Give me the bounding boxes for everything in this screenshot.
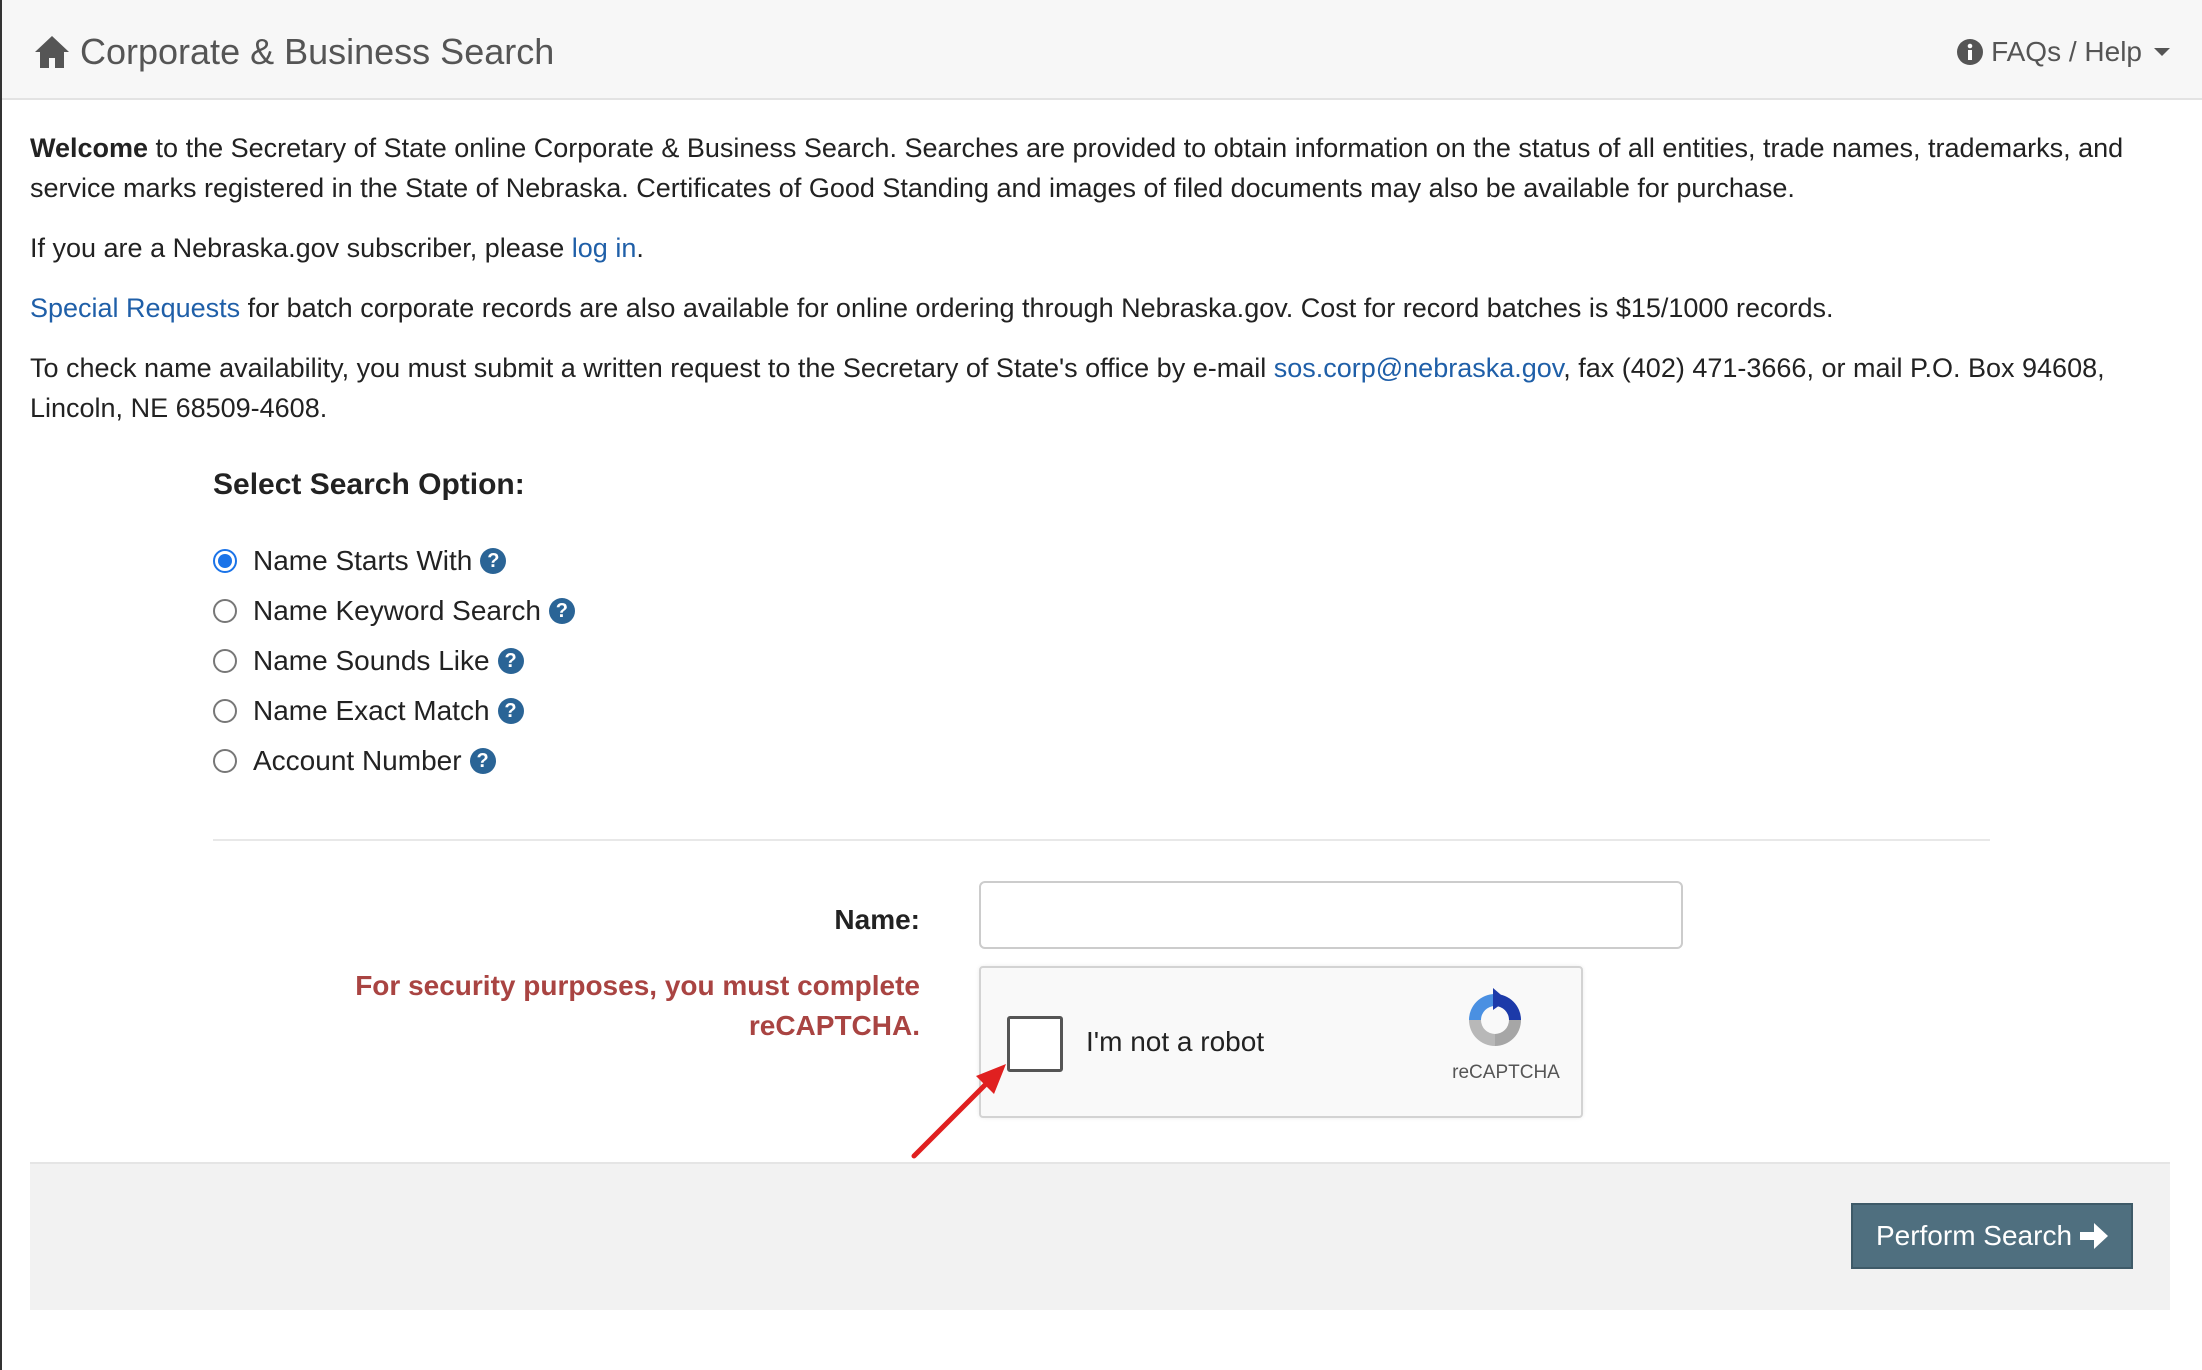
login-paragraph: If you are a Nebraska.gov subscriber, pl… bbox=[30, 228, 2170, 268]
option-name-exact-match[interactable]: Name Exact Match ? bbox=[213, 686, 575, 736]
special-requests-link[interactable]: Special Requests bbox=[30, 293, 240, 323]
radio-button[interactable] bbox=[213, 549, 237, 573]
option-name-sounds-like[interactable]: Name Sounds Like ? bbox=[213, 636, 575, 686]
login-prefix: If you are a Nebraska.gov subscriber, pl… bbox=[30, 233, 572, 263]
perform-search-label: Perform Search bbox=[1875, 1220, 2073, 1251]
special-requests-text: for batch corporate records are also ava… bbox=[240, 293, 1834, 323]
home-icon bbox=[35, 36, 69, 68]
option-label: Name Sounds Like bbox=[253, 645, 490, 676]
question-icon[interactable]: ? bbox=[497, 698, 524, 724]
login-link[interactable]: log in bbox=[572, 233, 637, 263]
divider bbox=[213, 839, 1990, 841]
radio-button[interactable] bbox=[213, 599, 237, 623]
name-input[interactable] bbox=[979, 881, 1683, 949]
recaptcha-logo-icon bbox=[1469, 988, 1521, 1046]
email-link[interactable]: sos.corp@nebraska.gov bbox=[1274, 353, 1564, 383]
footer-bar: Perform Search bbox=[30, 1162, 2170, 1310]
name-check-prefix: To check name availability, you must sub… bbox=[30, 353, 1274, 383]
recaptcha-warning: For security purposes, you must complete… bbox=[355, 970, 920, 1041]
question-icon[interactable]: ? bbox=[548, 598, 575, 624]
faq-help-dropdown[interactable]: FAQs / Help bbox=[1957, 24, 2170, 80]
option-label: Name Exact Match bbox=[253, 695, 490, 726]
radio-button[interactable] bbox=[213, 699, 237, 723]
search-options: Name Starts With ? Name Keyword Search ?… bbox=[213, 536, 575, 786]
option-label: Name Keyword Search bbox=[253, 595, 541, 626]
page-title: Corporate & Business Search bbox=[80, 31, 555, 72]
home-link[interactable]: Corporate & Business Search bbox=[34, 24, 554, 80]
info-icon bbox=[1957, 39, 1984, 65]
chevron-down-icon bbox=[2154, 48, 2170, 56]
window-left-edge bbox=[0, 0, 2, 1370]
special-requests-paragraph: Special Requests for batch corporate rec… bbox=[30, 288, 2170, 328]
question-icon[interactable]: ? bbox=[469, 748, 496, 774]
annotation-arrow-icon bbox=[911, 1064, 1006, 1159]
intro-section: Welcome to the Secretary of State online… bbox=[30, 128, 2170, 448]
option-name-starts-with[interactable]: Name Starts With ? bbox=[213, 536, 575, 586]
question-icon[interactable]: ? bbox=[480, 548, 507, 574]
radio-button[interactable] bbox=[213, 649, 237, 673]
help-label: FAQs / Help bbox=[1991, 36, 2142, 67]
option-account-number[interactable]: Account Number ? bbox=[213, 736, 575, 786]
arrow-right-icon bbox=[2080, 1223, 2109, 1249]
recaptcha-label: I'm not a robot bbox=[1086, 1026, 1265, 1057]
welcome-text: to the Secretary of State online Corpora… bbox=[30, 133, 2124, 203]
name-label: Name: bbox=[834, 904, 920, 935]
recaptcha-widget: I'm not a robot reCAPTCHA bbox=[979, 966, 1583, 1118]
welcome-paragraph: Welcome to the Secretary of State online… bbox=[30, 128, 2170, 208]
option-label: Name Starts With bbox=[253, 545, 473, 576]
search-option-heading: Select Search Option: bbox=[213, 468, 525, 501]
perform-search-button[interactable]: Perform Search bbox=[1851, 1203, 2133, 1269]
option-name-keyword-search[interactable]: Name Keyword Search ? bbox=[213, 586, 575, 636]
recaptcha-brand: reCAPTCHA bbox=[1452, 1062, 1560, 1083]
login-suffix: . bbox=[636, 233, 644, 263]
recaptcha-checkbox[interactable] bbox=[1007, 1016, 1063, 1072]
welcome-bold: Welcome bbox=[30, 133, 149, 163]
option-label: Account Number bbox=[253, 745, 462, 776]
question-icon[interactable]: ? bbox=[497, 648, 524, 674]
top-navbar: Corporate & Business Search FAQs / Help bbox=[2, 0, 2202, 100]
radio-button[interactable] bbox=[213, 749, 237, 773]
name-availability-paragraph: To check name availability, you must sub… bbox=[30, 348, 2170, 428]
